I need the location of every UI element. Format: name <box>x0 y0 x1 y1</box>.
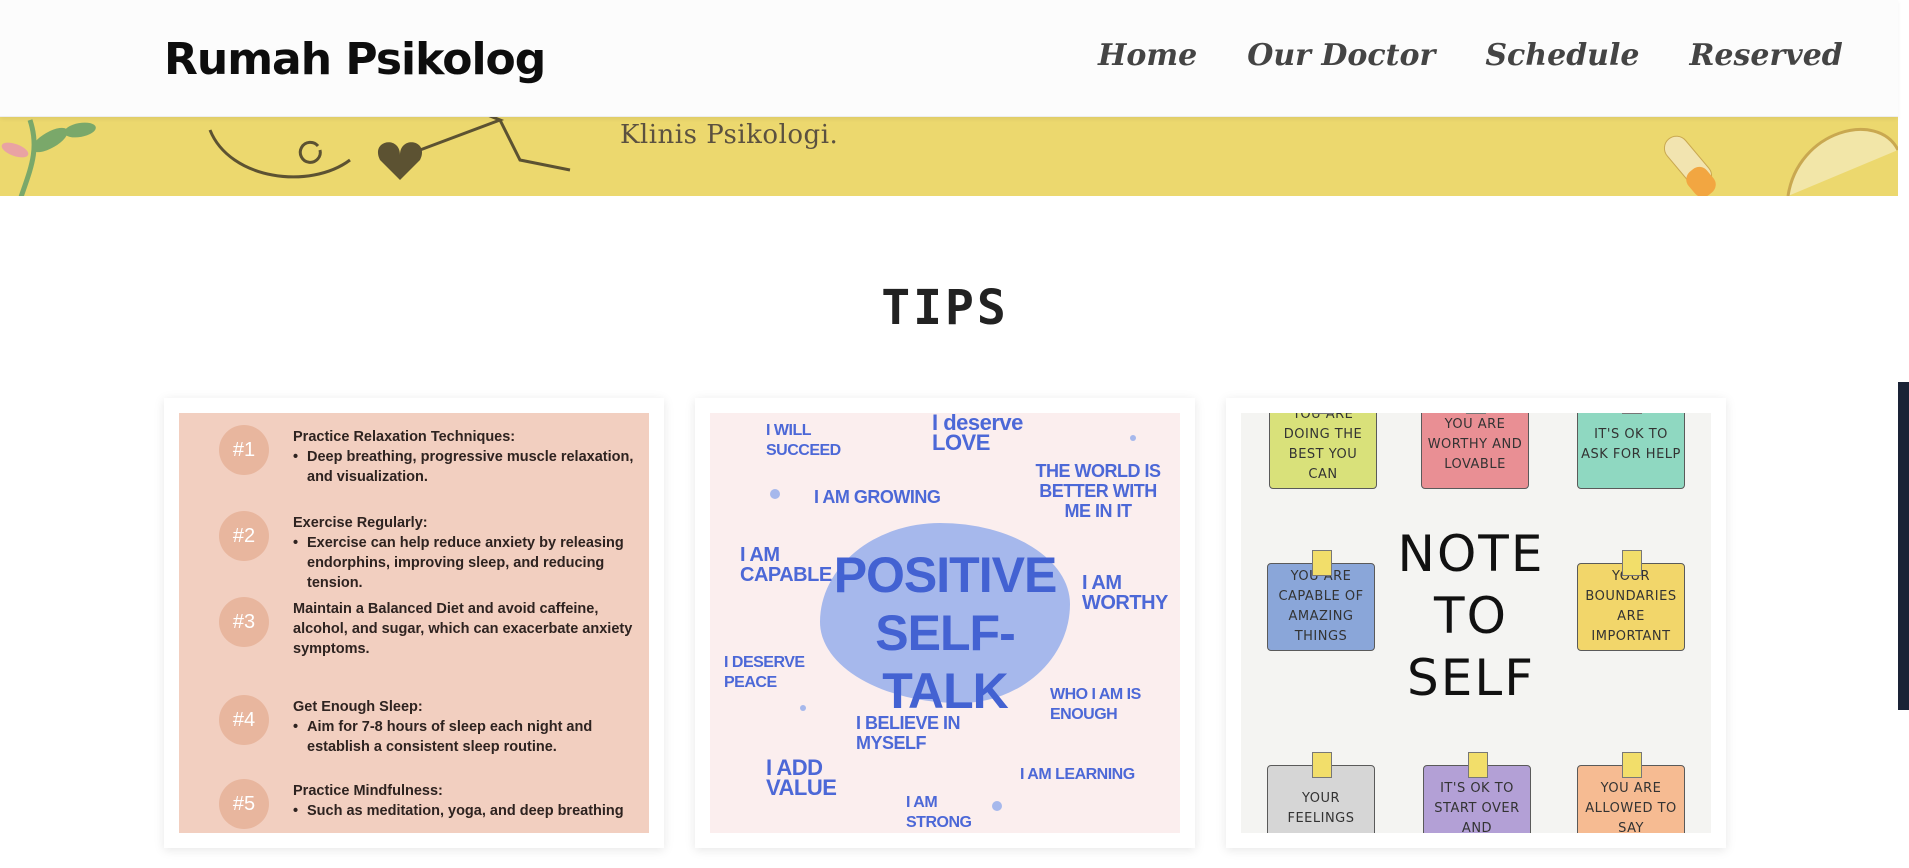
affirmation-text: I DESERVE PEACE <box>724 654 805 691</box>
title-line-2: SELF-TALK <box>875 605 1015 719</box>
top-navbar: Rumah Psikolog Home Our Doctor Schedule … <box>0 0 1898 117</box>
pill-illustration <box>1663 127 1898 196</box>
tip-number-badge: #3 <box>219 597 269 647</box>
affirmation-text: I deserve LOVE <box>932 413 1023 455</box>
affirmation-text: I AM CAPABLE <box>740 544 832 586</box>
sticky-note: YOU ARE ALLOWED TO SAY <box>1577 752 1685 833</box>
note-to-self-title: NOTE TO SELF <box>1397 525 1545 707</box>
affirmation-text: I AM STRONG <box>906 794 972 831</box>
tip-title: Get Enough Sleep: <box>293 699 423 715</box>
tip-bullet: Deep breathing, progressive muscle relax… <box>293 447 639 487</box>
tape-strip <box>1312 550 1332 576</box>
tip-item: #2 Exercise Regularly: Exercise can help… <box>219 511 639 593</box>
tip-number-badge: #2 <box>219 511 269 561</box>
tip-title: Practice Mindfulness: <box>293 783 443 799</box>
tip-title: Practice Relaxation Techniques: <box>293 429 516 445</box>
nav-link-schedule[interactable]: Schedule <box>1485 38 1639 73</box>
brand-logo[interactable]: Rumah Psikolog <box>164 34 546 85</box>
sticky-note: IT'S OK TO START OVER AND <box>1423 752 1531 833</box>
decor-dot <box>1130 435 1136 441</box>
nav-link-reserved[interactable]: Reserved <box>1689 38 1842 73</box>
decor-dot <box>770 489 780 499</box>
affirmation-text: THE WORLD IS BETTER WITH ME IN IT <box>1035 461 1162 521</box>
tip-item: #5 Practice Mindfulness: Such as meditat… <box>219 779 639 829</box>
tape-strip <box>1622 550 1642 576</box>
nav-link-our-doctor[interactable]: Our Doctor <box>1247 38 1435 73</box>
note-to-self-image: YOU ARE DOING THE BEST YOU CAN YOU ARE W… <box>1241 413 1711 833</box>
hero-subtitle: Klinis Psikologi. <box>620 120 839 150</box>
tip-card-note-to-self[interactable]: YOU ARE DOING THE BEST YOU CAN YOU ARE W… <box>1226 398 1726 848</box>
tips-section-title: TIPS <box>881 280 1009 336</box>
affirmation-text: I BELIEVE IN MYSELF <box>856 713 961 753</box>
tape-strip <box>1466 413 1486 414</box>
tape-strip <box>1622 752 1642 778</box>
tip-number-badge: #5 <box>219 779 269 829</box>
sticky-note: YOUR FEELINGS <box>1267 752 1375 833</box>
tip-card-positive-self-talk[interactable]: POSITIVE SELF-TALK I WILL SUCCEED I dese… <box>695 398 1195 848</box>
positive-self-talk-title: POSITIVE SELF-TALK <box>830 546 1060 720</box>
tip-number-badge: #4 <box>219 695 269 745</box>
tape-strip <box>1468 752 1488 778</box>
sticky-note: YOU ARE WORTHY AND LOVABLE <box>1421 413 1529 489</box>
title-line-1: POSITIVE <box>833 547 1058 603</box>
tip-item: #1 Practice Relaxation Techniques: Deep … <box>219 425 639 487</box>
sticky-note: YOUR BOUNDARIES ARE IMPORTANT <box>1577 550 1685 651</box>
tips-list-image: #1 Practice Relaxation Techniques: Deep … <box>179 413 649 833</box>
tip-item: #4 Get Enough Sleep: Aim for 7-8 hours o… <box>219 695 639 757</box>
tape-strip <box>1314 413 1334 414</box>
nav-link-home[interactable]: Home <box>1098 38 1197 73</box>
affirmation-text: I AM WORTHY <box>1082 572 1168 614</box>
sticky-note: YOU ARE DOING THE BEST YOU CAN <box>1269 413 1377 489</box>
tip-number-badge: #1 <box>219 425 269 475</box>
affirmation-text: I AM LEARNING <box>1020 766 1135 783</box>
tip-item: #3 Maintain a Balanced Diet and avoid ca… <box>219 597 639 659</box>
tip-title: Maintain a Balanced Diet and avoid caffe… <box>293 601 633 657</box>
tip-bullet: Aim for 7-8 hours of sleep each night an… <box>293 717 639 757</box>
positive-self-talk-image: POSITIVE SELF-TALK I WILL SUCCEED I dese… <box>710 413 1180 833</box>
main-nav: Home Our Doctor Schedule Reserved <box>1098 38 1843 73</box>
tip-title: Exercise Regularly: <box>293 515 428 531</box>
tip-bullet: Exercise can help reduce anxiety by rele… <box>293 533 639 593</box>
tape-strip <box>1622 413 1642 414</box>
affirmation-text: WHO I AM IS ENOUGH <box>1050 686 1141 723</box>
tape-strip <box>1312 752 1332 778</box>
affirmation-text: I AM GROWING <box>814 487 941 507</box>
decor-dot <box>992 801 1002 811</box>
sticky-note: YOU ARE CAPABLE OF AMAZING THINGS <box>1267 550 1375 651</box>
tip-bullet: Such as meditation, yoga, and deep breat… <box>293 801 624 821</box>
affirmation-text: I ADD VALUE <box>766 755 837 800</box>
sticky-note: IT'S OK TO ASK FOR HELP <box>1577 413 1685 489</box>
decor-dot <box>800 705 806 711</box>
affirmation-text: I WILL SUCCEED <box>766 422 841 459</box>
plant-illustration <box>1 119 96 196</box>
tip-card-anxiety[interactable]: #1 Practice Relaxation Techniques: Deep … <box>164 398 664 848</box>
side-panel-edge[interactable] <box>1898 382 1909 710</box>
